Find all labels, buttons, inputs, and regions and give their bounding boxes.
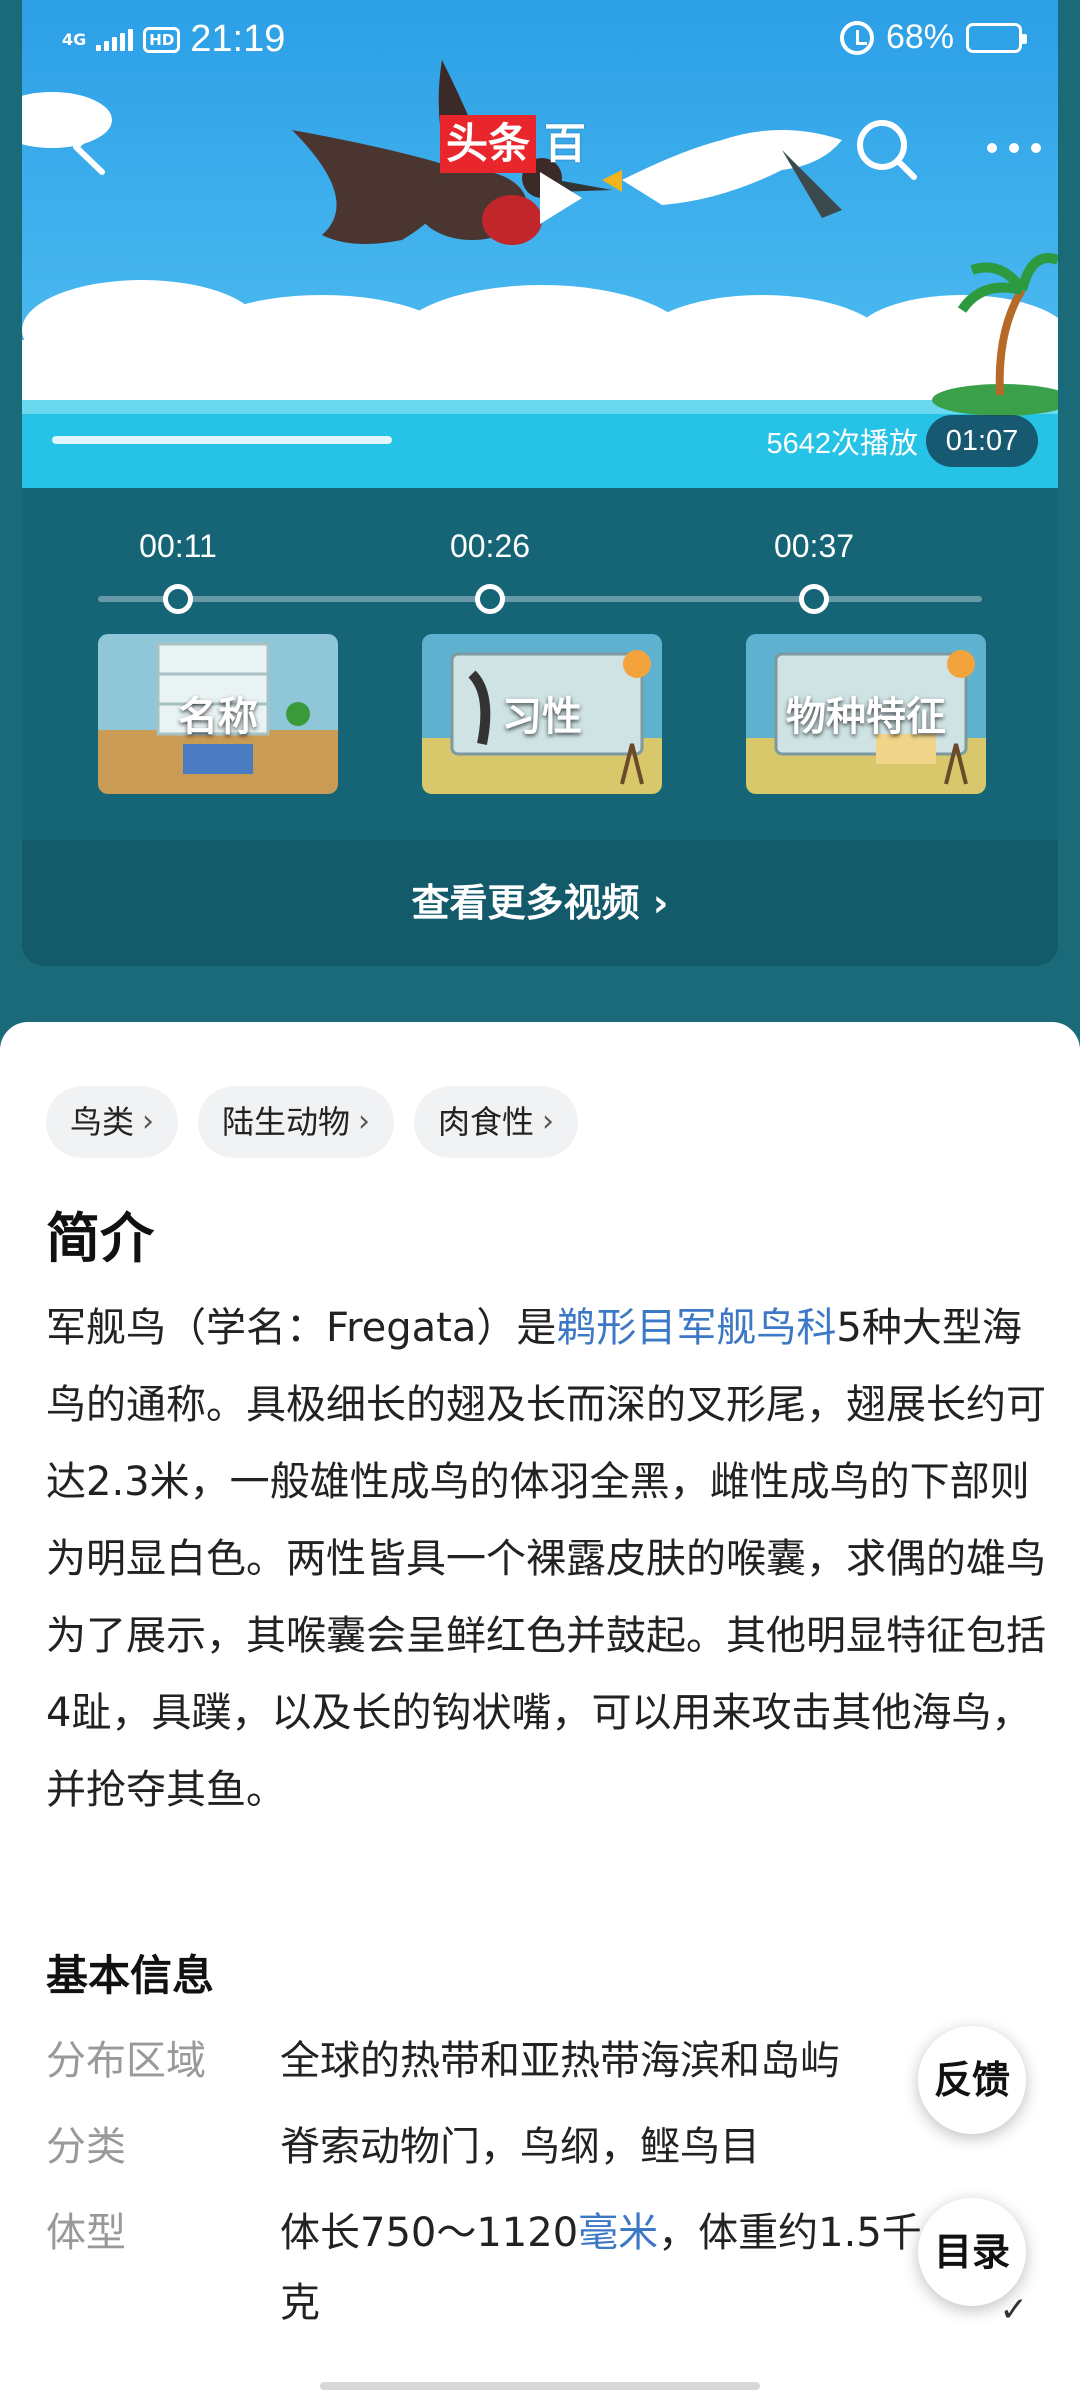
info-key: 体型 — [46, 2210, 126, 2256]
more-icon[interactable] — [974, 128, 1054, 168]
chapter-time: 00:26 — [449, 528, 531, 564]
more-videos-label: 查看更多视频 — [411, 881, 640, 925]
play-icon[interactable] — [540, 172, 582, 224]
network-type: 4G — [62, 29, 87, 49]
chevron-right-icon: › — [358, 1104, 371, 1139]
chapter-marker[interactable] — [163, 584, 193, 614]
chapter-panel: 00:11 00:26 00:37 名称 习性 物种特征 查看更多视频 › — [22, 488, 1058, 966]
chapter-time: 00:11 — [139, 528, 217, 564]
unit-link[interactable]: 毫米 — [578, 2210, 658, 2256]
feedback-button[interactable]: 反馈 — [918, 2026, 1026, 2134]
info-key: 分类 — [46, 2124, 126, 2170]
tag-birds[interactable]: 鸟类 › — [46, 1086, 179, 1158]
tag-carnivore[interactable]: 肉食性 › — [414, 1086, 579, 1158]
chapter-thumb-name[interactable]: 名称 — [98, 634, 338, 794]
hd-icon: HD — [143, 26, 181, 53]
more-videos-button[interactable]: 查看更多视频 › — [22, 840, 1058, 966]
chapter-marker[interactable] — [475, 584, 505, 614]
chapter-label: 名称 — [178, 694, 258, 740]
view-count: 5642次播放 — [766, 428, 918, 460]
toc-button[interactable]: 目录 — [918, 2198, 1026, 2306]
basic-info-heading: 基本信息 — [46, 1951, 215, 2000]
home-indicator[interactable] — [320, 2382, 760, 2390]
chapter-thumb-habits[interactable]: 习性 — [422, 634, 662, 794]
info-value: 体长750～1120毫米，体重约1.5千克 — [280, 2210, 922, 2326]
taxonomy-link[interactable]: 鹈形目军舰鸟科 — [556, 1305, 836, 1351]
info-value: 全球的热带和亚热带海滨和岛屿 — [280, 2038, 840, 2084]
info-key: 分布区域 — [46, 2038, 206, 2084]
chapter-thumb-features[interactable]: 物种特征 — [746, 634, 986, 794]
battery-percent: 68% — [885, 18, 954, 56]
content-card: 鸟类 › 陆生动物 › 肉食性 › 简介 军舰鸟（学名：Fregata）是鹈形目军舰鸟… — [0, 1022, 1080, 2400]
chapter-label: 习性 — [502, 694, 582, 740]
check-icon: ✓ — [999, 2290, 1029, 2330]
info-value: 脊索动物门，鸟纲，鲣鸟目 — [280, 2124, 760, 2170]
video-progress-bar[interactable] — [52, 436, 392, 444]
video-duration: 01:07 — [926, 415, 1038, 467]
chapter-label: 物种特征 — [786, 694, 946, 740]
brand-logo: 头条 百 — [440, 115, 594, 173]
chapter-time: 00:37 — [773, 528, 855, 564]
tag-list: 鸟类 › 陆生动物 › 肉食性 › — [46, 1086, 579, 1158]
chapter-marker[interactable] — [799, 584, 829, 614]
status-bar: 4G HD 21:19 68% — [0, 0, 1080, 84]
clock: 21:19 — [190, 18, 286, 60]
alarm-icon — [839, 20, 874, 55]
intro-text: 军舰鸟（学名：Fregata）是鹈形目军舰鸟科5种大型海鸟的通称。具极细长的翅及… — [46, 1305, 1046, 1813]
search-icon[interactable] — [852, 115, 922, 185]
intro-heading: 简介 — [46, 1207, 154, 1270]
chapter-timeline — [98, 596, 982, 602]
chevron-right-icon: › — [652, 881, 669, 925]
chevron-right-icon: › — [542, 1104, 555, 1139]
chevron-right-icon: › — [142, 1104, 155, 1139]
back-icon[interactable] — [62, 112, 116, 182]
tag-land-animals[interactable]: 陆生动物 › — [198, 1086, 395, 1158]
battery-icon — [966, 22, 1027, 53]
signal-icon — [96, 28, 134, 51]
